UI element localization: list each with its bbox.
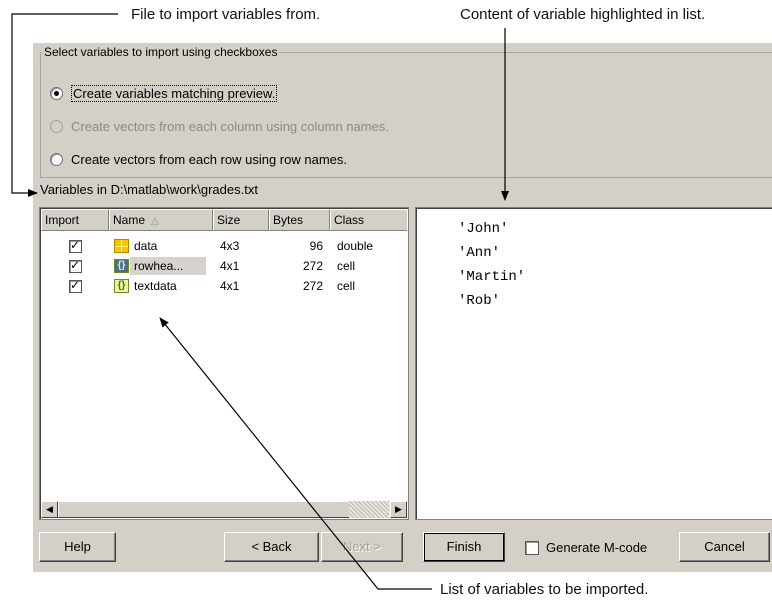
help-button[interactable]: Help [39, 532, 116, 562]
variable-size: 4x3 [220, 239, 240, 253]
scrollbar-track[interactable] [349, 501, 389, 518]
cell-array-icon: {} [114, 279, 129, 293]
scrollbar-thumb[interactable] [58, 501, 350, 518]
next-button[interactable]: Next > [321, 532, 403, 562]
annotation-content-highlighted: Content of variable highlighted in list. [460, 6, 706, 23]
content-line: 'John' [458, 221, 509, 237]
cell-array-icon: {} [114, 259, 129, 273]
cancel-button[interactable]: Cancel [679, 532, 770, 562]
radio-preview-label: Create variables matching preview. [71, 84, 278, 102]
radio-create-matching-preview[interactable]: Create variables matching preview. [50, 84, 278, 102]
column-header-class[interactable]: Class [330, 209, 407, 231]
content-line: 'Rob' [458, 293, 501, 309]
annotation-file-source: File to import variables from. [131, 6, 321, 23]
generate-mcode-checkbox-box[interactable] [525, 540, 539, 555]
import-checkbox[interactable] [69, 238, 82, 253]
variable-bytes: 272 [302, 259, 323, 273]
variable-class: cell [337, 279, 356, 293]
generate-mcode-label: Generate M-code [546, 540, 648, 555]
back-button[interactable]: < Back [224, 532, 319, 562]
radio-vectors-from-rows[interactable]: Create vectors from each row using row n… [50, 151, 347, 167]
variable-class: double [337, 239, 374, 253]
generate-mcode-checkbox[interactable]: Generate M-code [525, 540, 647, 555]
radio-columns-label: Create vectors from each column using co… [71, 118, 389, 134]
import-checkbox[interactable] [69, 258, 82, 273]
matrix-icon [114, 239, 129, 253]
column-header-bytes-label: Bytes [273, 213, 304, 227]
import-options-group: Select variables to import using checkbo… [40, 45, 772, 178]
radio-vectors-from-columns: Create vectors from each column using co… [50, 118, 389, 134]
column-header-name-label: Name [113, 213, 146, 227]
column-header-name[interactable]: Name △ [109, 209, 213, 231]
sort-ascending-icon: △ [151, 216, 159, 227]
scroll-left-icon[interactable]: ◀ [41, 501, 58, 518]
column-header-class-label: Class [334, 213, 365, 227]
column-header-import[interactable]: Import [41, 209, 109, 231]
annotation-list-of-variables: List of variables to be imported. [440, 581, 649, 598]
radio-selected-indicator[interactable] [50, 86, 63, 100]
radio-indicator [50, 119, 63, 133]
radio-indicator[interactable] [50, 152, 63, 166]
content-line: 'Martin' [458, 269, 526, 285]
variable-bytes: 96 [309, 239, 323, 253]
variable-name[interactable]: textdata [134, 277, 177, 295]
column-header-size-label: Size [217, 213, 241, 227]
finish-button[interactable]: Finish [423, 532, 505, 562]
variable-bytes: 272 [302, 279, 323, 293]
column-header-import-label: Import [45, 213, 80, 227]
variable-class: cell [337, 259, 356, 273]
radio-rows-label: Create vectors from each row using row n… [71, 151, 347, 167]
variable-name[interactable]: data [134, 237, 157, 255]
variables-file-path: Variables in D:\matlab\work\grades.txt [40, 182, 258, 197]
horizontal-scrollbar[interactable]: ◀ ▶ [41, 501, 407, 518]
variable-size: 4x1 [220, 279, 240, 293]
import-checkbox[interactable] [69, 278, 82, 293]
variable-name[interactable]: rowhea... [134, 257, 183, 275]
variable-size: 4x1 [220, 259, 240, 273]
scroll-right-icon[interactable]: ▶ [390, 501, 407, 518]
import-wizard-dialog: Select variables to import using checkbo… [33, 43, 772, 572]
column-header-size[interactable]: Size [213, 209, 269, 231]
import-options-group-label: Select variables to import using checkbo… [42, 45, 280, 59]
content-line: 'Ann' [458, 245, 501, 261]
variables-list[interactable]: Import Name △ Size Bytes Class data 4x3 9… [39, 207, 409, 520]
column-header-bytes[interactable]: Bytes [269, 209, 330, 231]
variable-content-preview: 'John' 'Ann' 'Martin' 'Rob' [415, 207, 772, 520]
